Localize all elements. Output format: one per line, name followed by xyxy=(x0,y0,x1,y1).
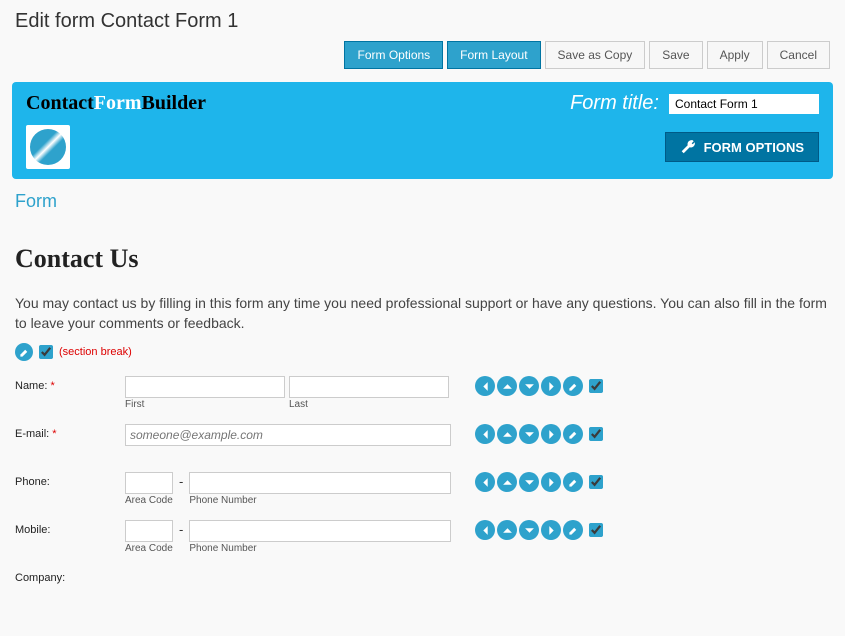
tab-form[interactable]: Form xyxy=(0,179,72,224)
move-left-icon[interactable] xyxy=(475,472,495,492)
field-enable-checkbox[interactable] xyxy=(589,379,603,393)
mobile-number-input[interactable] xyxy=(189,520,451,542)
field-actions xyxy=(475,424,603,444)
section-break-checkbox[interactable] xyxy=(39,345,53,359)
mobile-number-sublabel: Phone Number xyxy=(189,543,451,554)
field-row-mobile: Mobile: Area Code - Phone Number xyxy=(15,520,830,560)
field-row-name: Name: * First Last xyxy=(15,376,830,416)
apply-button[interactable]: Apply xyxy=(707,41,763,69)
form-layout-button[interactable]: Form Layout xyxy=(447,41,540,69)
move-up-icon[interactable] xyxy=(497,472,517,492)
form-options-panel-button[interactable]: FORM OPTIONS xyxy=(665,132,819,162)
field-enable-checkbox[interactable] xyxy=(589,427,603,441)
field-label-mobile: Mobile: xyxy=(15,520,125,536)
field-actions xyxy=(475,376,603,396)
save-button[interactable]: Save xyxy=(649,41,702,69)
mobile-area-sublabel: Area Code xyxy=(125,543,173,554)
phone-dash: - xyxy=(177,472,185,506)
move-down-icon[interactable] xyxy=(519,424,539,444)
first-name-sublabel: First xyxy=(125,399,285,410)
move-right-icon[interactable] xyxy=(541,376,561,396)
phone-number-input[interactable] xyxy=(189,472,451,494)
field-actions xyxy=(475,520,603,540)
edit-field-icon[interactable] xyxy=(563,376,583,396)
field-actions xyxy=(475,472,603,492)
avatar xyxy=(26,125,70,169)
edit-field-icon[interactable] xyxy=(563,472,583,492)
toolbar: Form Options Form Layout Save as Copy Sa… xyxy=(0,33,845,77)
save-as-copy-button[interactable]: Save as Copy xyxy=(545,41,646,69)
move-up-icon[interactable] xyxy=(497,376,517,396)
section-break-label: (section break) xyxy=(59,346,132,358)
move-left-icon[interactable] xyxy=(475,376,495,396)
section-break-row: (section break) xyxy=(15,343,830,361)
move-down-icon[interactable] xyxy=(519,376,539,396)
field-row-phone: Phone: Area Code - Phone Number xyxy=(15,472,830,512)
move-right-icon[interactable] xyxy=(541,424,561,444)
form-options-button[interactable]: Form Options xyxy=(344,41,443,69)
phone-number-sublabel: Phone Number xyxy=(189,495,451,506)
field-enable-checkbox[interactable] xyxy=(589,475,603,489)
field-row-company: Company: xyxy=(15,568,830,608)
form-title-label: Form title: xyxy=(570,92,659,115)
last-name-input[interactable] xyxy=(289,376,449,398)
mobile-area-input[interactable] xyxy=(125,520,173,542)
email-input[interactable] xyxy=(125,424,451,446)
wrench-icon xyxy=(680,139,696,155)
field-label-phone: Phone: xyxy=(15,472,125,488)
cancel-button[interactable]: Cancel xyxy=(767,41,830,69)
move-down-icon[interactable] xyxy=(519,520,539,540)
field-label-name: Name: * xyxy=(15,376,125,392)
page-title: Edit form Contact Form 1 xyxy=(15,10,238,33)
header-banner: ContactFormBuilder Form title: FORM OPTI… xyxy=(12,82,833,179)
field-row-email: E-mail: * xyxy=(15,424,830,464)
move-up-icon[interactable] xyxy=(497,520,517,540)
edit-field-icon[interactable] xyxy=(563,520,583,540)
form-title-input[interactable] xyxy=(669,94,819,114)
form-heading: Contact Us xyxy=(15,244,830,274)
field-label-email: E-mail: * xyxy=(15,424,125,440)
brand-logo: ContactFormBuilder xyxy=(26,92,206,115)
field-enable-checkbox[interactable] xyxy=(589,523,603,537)
move-right-icon[interactable] xyxy=(541,520,561,540)
first-name-input[interactable] xyxy=(125,376,285,398)
move-left-icon[interactable] xyxy=(475,520,495,540)
move-right-icon[interactable] xyxy=(541,472,561,492)
form-content: Contact Us You may contact us by filling… xyxy=(0,224,845,636)
phone-area-sublabel: Area Code xyxy=(125,495,173,506)
move-left-icon[interactable] xyxy=(475,424,495,444)
phone-area-input[interactable] xyxy=(125,472,173,494)
last-name-sublabel: Last xyxy=(289,399,449,410)
edit-field-icon[interactable] xyxy=(563,424,583,444)
move-up-icon[interactable] xyxy=(497,424,517,444)
field-label-company: Company: xyxy=(15,568,125,584)
mobile-dash: - xyxy=(177,520,185,554)
avatar-icon xyxy=(30,129,66,165)
form-description: You may contact us by filling in this fo… xyxy=(15,294,830,333)
edit-icon[interactable] xyxy=(15,343,33,361)
move-down-icon[interactable] xyxy=(519,472,539,492)
